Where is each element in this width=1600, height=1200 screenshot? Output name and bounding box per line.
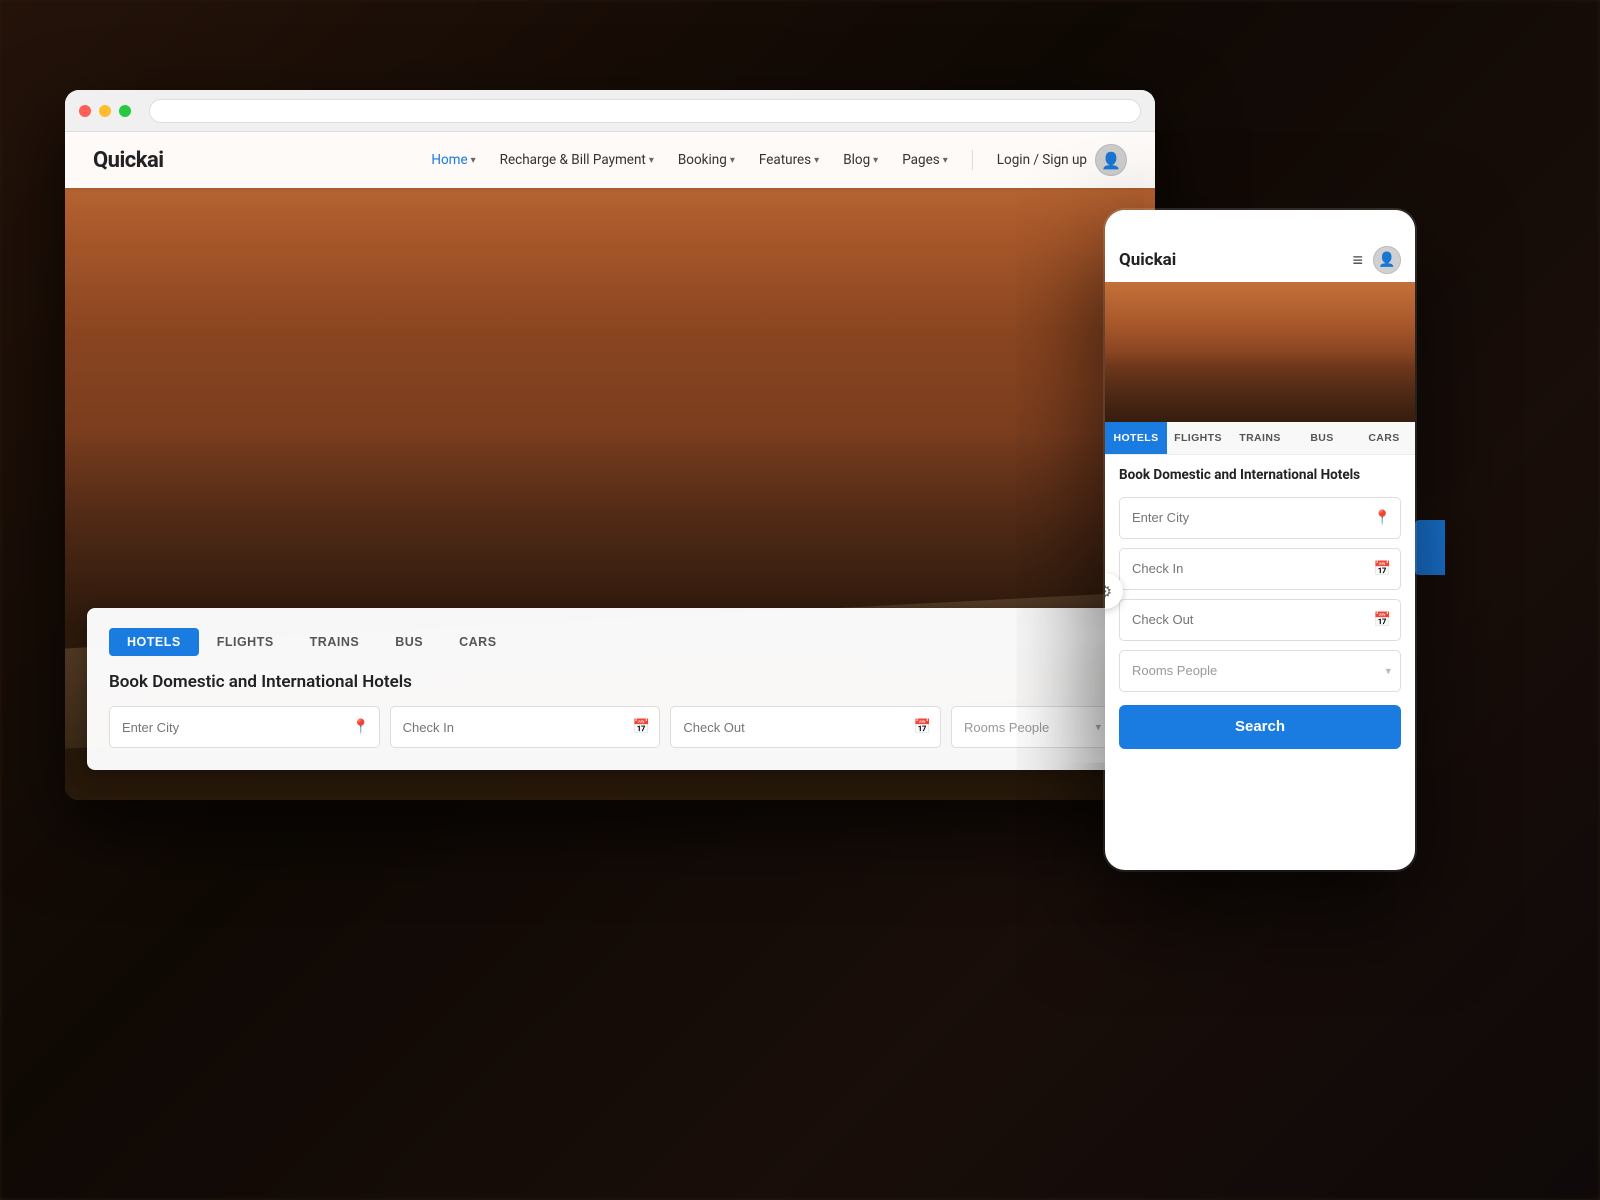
mobile-checkin-input-group: 📅 <box>1119 548 1401 590</box>
mobile-location-icon: 📍 <box>1374 510 1391 526</box>
recharge-chevron-icon: ▾ <box>649 155 654 166</box>
mobile-nav-right: ≡ 👤 <box>1352 246 1401 274</box>
mobile-logo: Quickai <box>1119 250 1176 270</box>
calendar-icon-checkin-desktop: 📅 <box>633 719 650 735</box>
rooms-select-desktop[interactable]: Rooms People 1 Room, 1 Person 1 Room, 2 … <box>951 706 1111 748</box>
mobile-status-bar <box>1105 210 1415 238</box>
desktop-search-title: Book Domestic and International Hotels <box>109 672 1111 692</box>
features-chevron-icon: ▾ <box>814 155 819 166</box>
mobile-navbar: Quickai ≡ 👤 <box>1105 238 1415 282</box>
browser-chrome <box>65 90 1155 132</box>
mobile-tab-flights[interactable]: FLIGHTS <box>1167 422 1229 454</box>
mobile-search-body: Book Domestic and International Hotels 📍… <box>1105 455 1415 761</box>
mobile-calendar-checkout-icon: 📅 <box>1374 612 1391 628</box>
nav-link-pages[interactable]: Pages ▾ <box>902 152 948 168</box>
mobile-calendar-checkin-icon: 📅 <box>1374 561 1391 577</box>
mobile-hero-image <box>1105 282 1415 422</box>
mobile-checkout-input-group: 📅 <box>1119 599 1401 641</box>
mobile-tab-bus[interactable]: BUS <box>1291 422 1353 454</box>
login-signup-button[interactable]: Login / Sign up 👤 <box>997 144 1127 176</box>
nav-divider <box>972 150 973 170</box>
desktop-search-container: HOTELS FLIGHTS TRAINS BUS CARS Book Dome… <box>87 608 1133 770</box>
pages-chevron-icon: ▾ <box>943 155 948 166</box>
mobile-tabs: HOTELS FLIGHTS TRAINS BUS CARS <box>1105 422 1415 455</box>
tab-hotels-desktop[interactable]: HOTELS <box>109 628 199 656</box>
responsive-hint <box>1415 520 1445 575</box>
tab-cars-desktop[interactable]: CARS <box>441 628 514 656</box>
desktop-tabs: HOTELS FLIGHTS TRAINS BUS CARS <box>109 628 1111 656</box>
tab-flights-desktop[interactable]: FLIGHTS <box>199 628 292 656</box>
desktop-browser-mockup: Quickai Home ▾ Recharge & Bill Payment ▾… <box>65 90 1155 800</box>
mobile-search-button[interactable]: Search <box>1119 705 1401 749</box>
checkin-input-desktop[interactable] <box>390 706 661 748</box>
home-chevron-icon: ▾ <box>471 155 476 166</box>
browser-minimize-dot[interactable] <box>99 105 111 117</box>
tab-bus-desktop[interactable]: BUS <box>377 628 441 656</box>
browser-close-dot[interactable] <box>79 105 91 117</box>
desktop-avatar-icon[interactable]: 👤 <box>1095 144 1127 176</box>
desktop-navbar: Quickai Home ▾ Recharge & Bill Payment ▾… <box>65 132 1155 188</box>
checkout-input-wrap: 📅 <box>670 706 941 748</box>
mobile-tab-trains[interactable]: TRAINS <box>1229 422 1291 454</box>
mobile-search-title: Book Domestic and International Hotels <box>1119 467 1401 485</box>
checkout-input-desktop[interactable] <box>670 706 941 748</box>
mobile-checkin-input[interactable] <box>1119 548 1401 590</box>
hamburger-menu-icon[interactable]: ≡ <box>1352 250 1363 271</box>
browser-url-bar[interactable] <box>149 99 1141 123</box>
browser-fullscreen-dot[interactable] <box>119 105 131 117</box>
mobile-tab-hotels[interactable]: HOTELS <box>1105 422 1167 454</box>
mobile-checkout-input[interactable] <box>1119 599 1401 641</box>
nav-link-features[interactable]: Features ▾ <box>759 152 819 168</box>
mobile-avatar-icon[interactable]: 👤 <box>1373 246 1401 274</box>
mobile-city-input[interactable] <box>1119 497 1401 539</box>
desktop-site-content: Quickai Home ▾ Recharge & Bill Payment ▾… <box>65 132 1155 800</box>
nav-link-recharge[interactable]: Recharge & Bill Payment ▾ <box>500 152 654 168</box>
mobile-rooms-select[interactable]: Rooms People 1 Room, 1 Person 1 Room, 2 … <box>1119 650 1401 692</box>
city-input-desktop[interactable] <box>109 706 380 748</box>
tab-trains-desktop[interactable]: TRAINS <box>292 628 378 656</box>
mobile-tab-cars[interactable]: CARS <box>1353 422 1415 454</box>
mobile-search-section: ⚙ HOTELS FLIGHTS TRAINS BUS CARS Book Do… <box>1105 422 1415 761</box>
calendar-icon-checkout-desktop: 📅 <box>914 719 931 735</box>
mobile-rooms-select-wrap: Rooms People 1 Room, 1 Person 1 Room, 2 … <box>1119 650 1401 692</box>
desktop-logo: Quickai <box>93 148 164 173</box>
checkin-input-wrap: 📅 <box>390 706 661 748</box>
city-input-wrap: 📍 <box>109 706 380 748</box>
booking-chevron-icon: ▾ <box>730 155 735 166</box>
nav-link-home[interactable]: Home ▾ <box>431 152 475 168</box>
rooms-select-wrap-desktop: Rooms People 1 Room, 1 Person 1 Room, 2 … <box>951 706 1111 748</box>
location-icon-desktop: 📍 <box>352 719 369 735</box>
desktop-search-form: 📍 📅 📅 Rooms People 1 Room, 1 Person <box>109 706 1111 748</box>
mobile-rooms-arrow-icon: ▾ <box>1385 664 1391 677</box>
mobile-city-input-group: 📍 <box>1119 497 1401 539</box>
nav-link-blog[interactable]: Blog ▾ <box>843 152 878 168</box>
mobile-mockup: Quickai ≡ 👤 ⚙ HOTELS FLIGHTS TRAINS BUS … <box>1105 210 1415 870</box>
nav-link-booking[interactable]: Booking ▾ <box>678 152 735 168</box>
blog-chevron-icon: ▾ <box>873 155 878 166</box>
nav-links-container: Home ▾ Recharge & Bill Payment ▾ Booking… <box>431 144 1127 176</box>
desktop-search-box: HOTELS FLIGHTS TRAINS BUS CARS Book Dome… <box>65 608 1155 770</box>
